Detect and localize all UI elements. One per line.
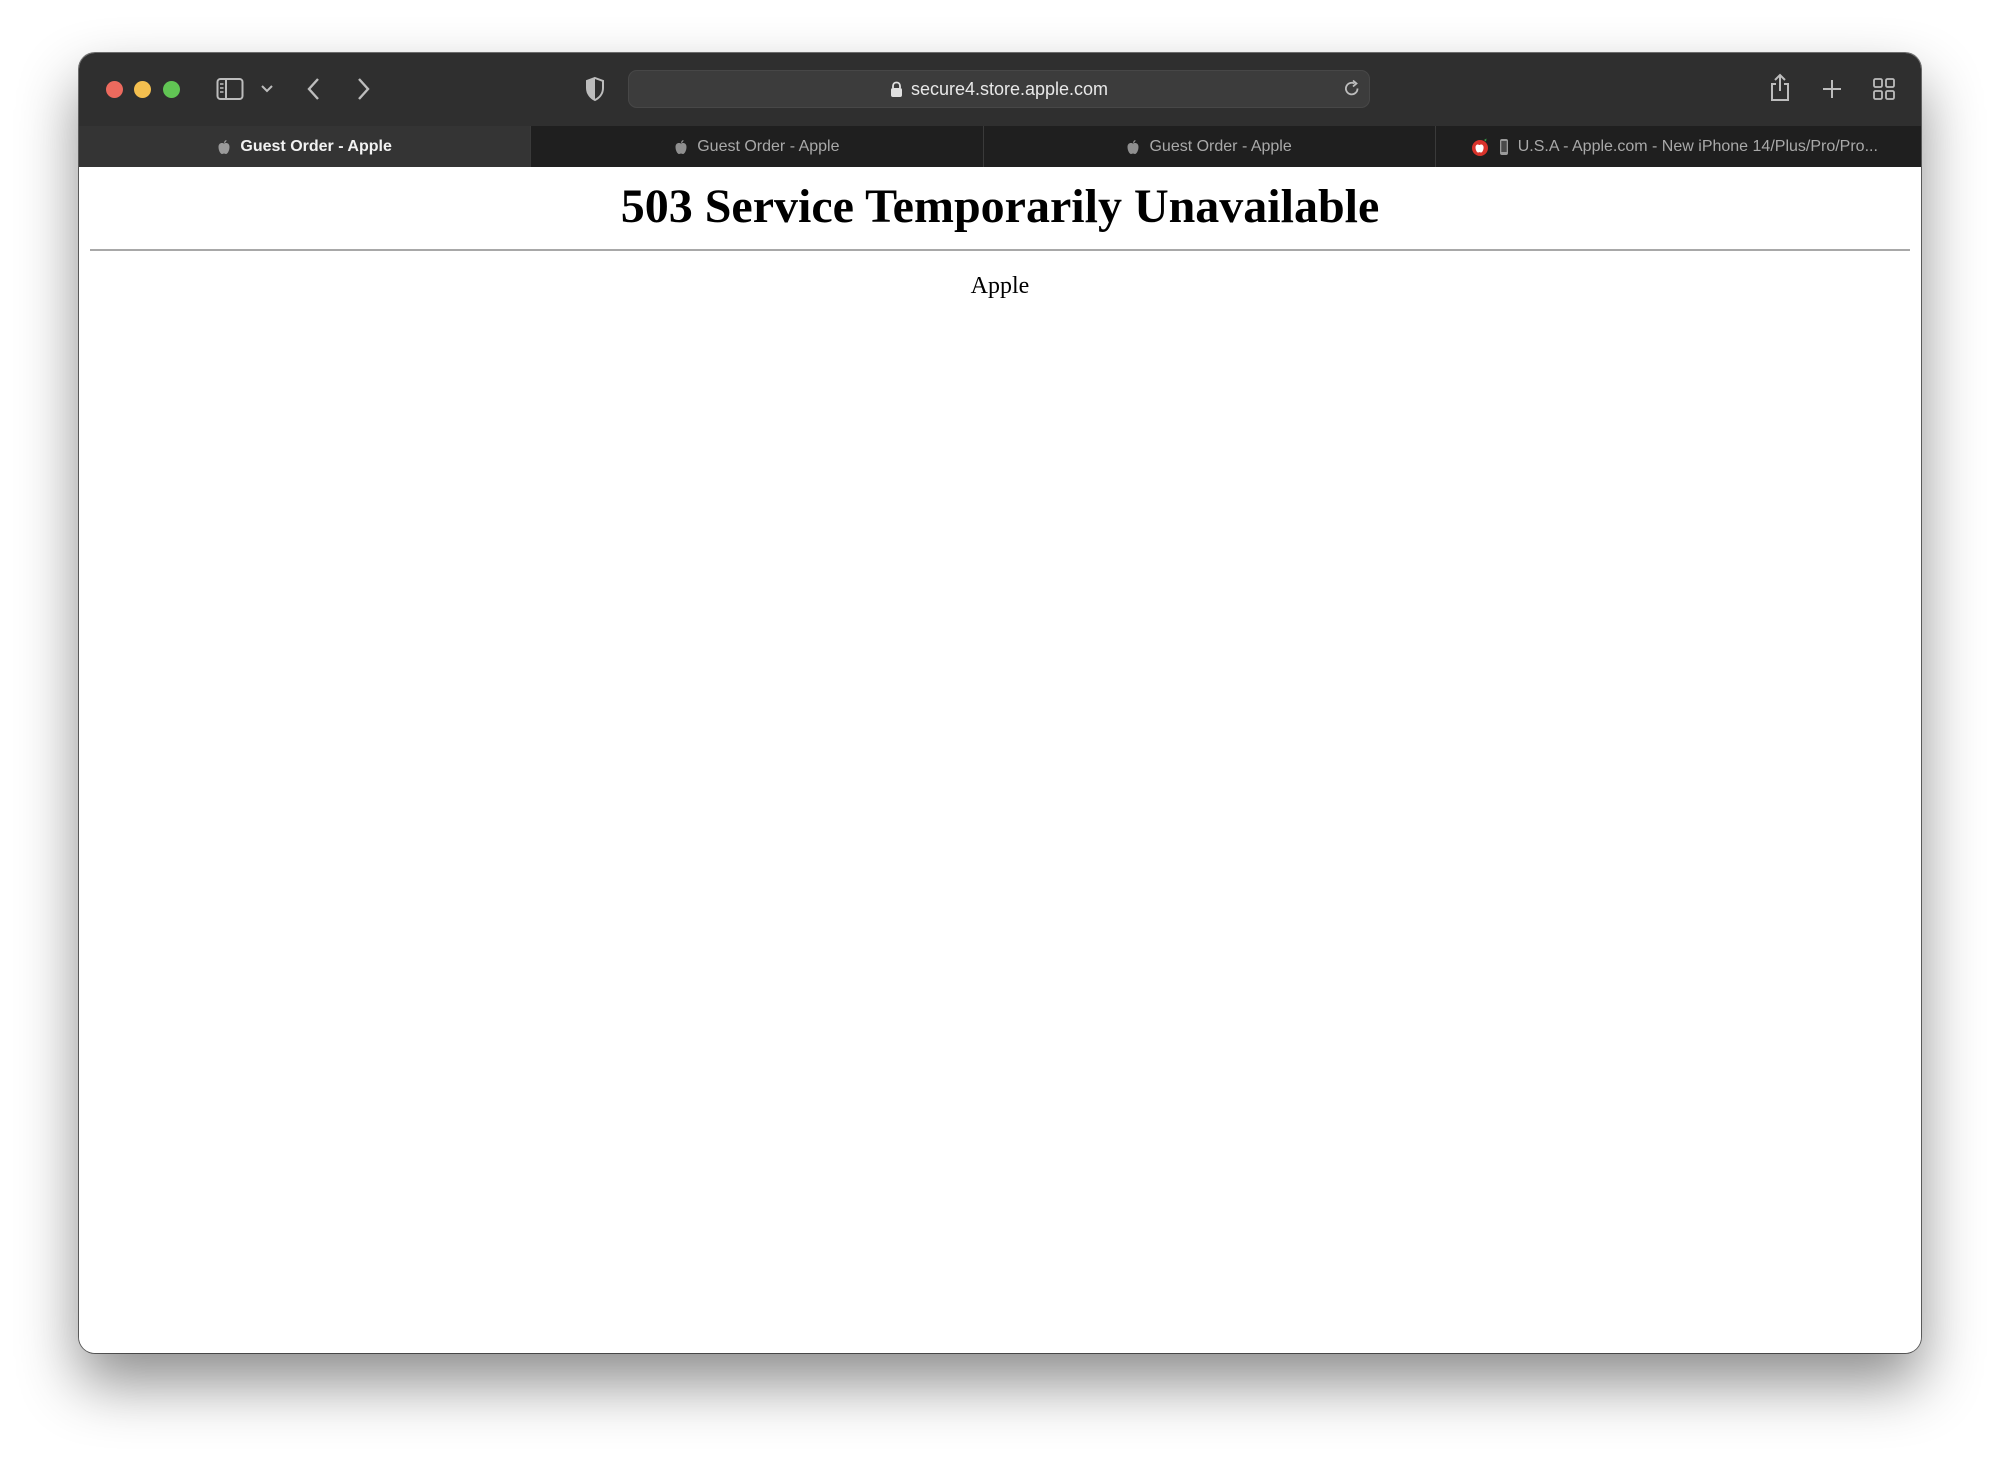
tab-title: U.S.A - Apple.com - New iPhone 14/Plus/P…	[1517, 137, 1878, 155]
red-apple-favicon-icon	[1470, 137, 1490, 157]
minimize-window-button[interactable]	[134, 81, 151, 98]
tab-title: Guest Order - Apple	[1149, 137, 1292, 155]
close-window-button[interactable]	[106, 81, 123, 98]
back-icon[interactable]	[305, 76, 323, 102]
new-tab-plus-icon[interactable]	[1821, 78, 1843, 100]
server-signature: Apple	[970, 273, 1030, 299]
forward-icon[interactable]	[354, 76, 372, 102]
zoom-window-button[interactable]	[163, 81, 180, 98]
reload-icon[interactable]	[1342, 79, 1362, 99]
share-icon[interactable]	[1768, 73, 1792, 103]
apple-logo-icon	[1126, 139, 1140, 155]
url-text: secure4.store.apple.com	[910, 78, 1109, 99]
tab-guest-order-2[interactable]: Guest Order - Apple	[530, 126, 982, 167]
lock-icon	[890, 81, 903, 98]
error-heading: 503 Service Temporarily Unavailable	[620, 180, 1380, 233]
apple-logo-icon	[217, 139, 231, 155]
tab-guest-order-3[interactable]: Guest Order - Apple	[982, 126, 1435, 167]
phone-icon	[1499, 138, 1509, 156]
tab-usa-apple[interactable]: U.S.A - Apple.com - New iPhone 14/Plus/P…	[1434, 126, 1921, 167]
apple-logo-icon	[674, 139, 688, 155]
divider	[90, 249, 1910, 251]
chevron-down-icon[interactable]	[260, 83, 274, 95]
browser-window: secure4.store.apple.com Guest Order - Ap…	[79, 53, 1921, 1353]
browser-toolbar: secure4.store.apple.com	[79, 53, 1921, 126]
sidebar-toggle-icon[interactable]	[216, 77, 244, 101]
address-bar[interactable]: secure4.store.apple.com	[628, 70, 1370, 108]
tab-title: Guest Order - Apple	[240, 137, 392, 155]
tab-guest-order-1[interactable]: Guest Order - Apple	[79, 126, 531, 167]
privacy-shield-icon[interactable]	[584, 76, 606, 102]
tab-title: Guest Order - Apple	[697, 137, 840, 155]
tab-overview-grid-icon[interactable]	[1872, 77, 1896, 101]
tab-bar: Guest Order - Apple Guest Order - Apple …	[79, 126, 1921, 167]
page-content: 503 Service Temporarily Unavailable Appl…	[79, 167, 1921, 1353]
